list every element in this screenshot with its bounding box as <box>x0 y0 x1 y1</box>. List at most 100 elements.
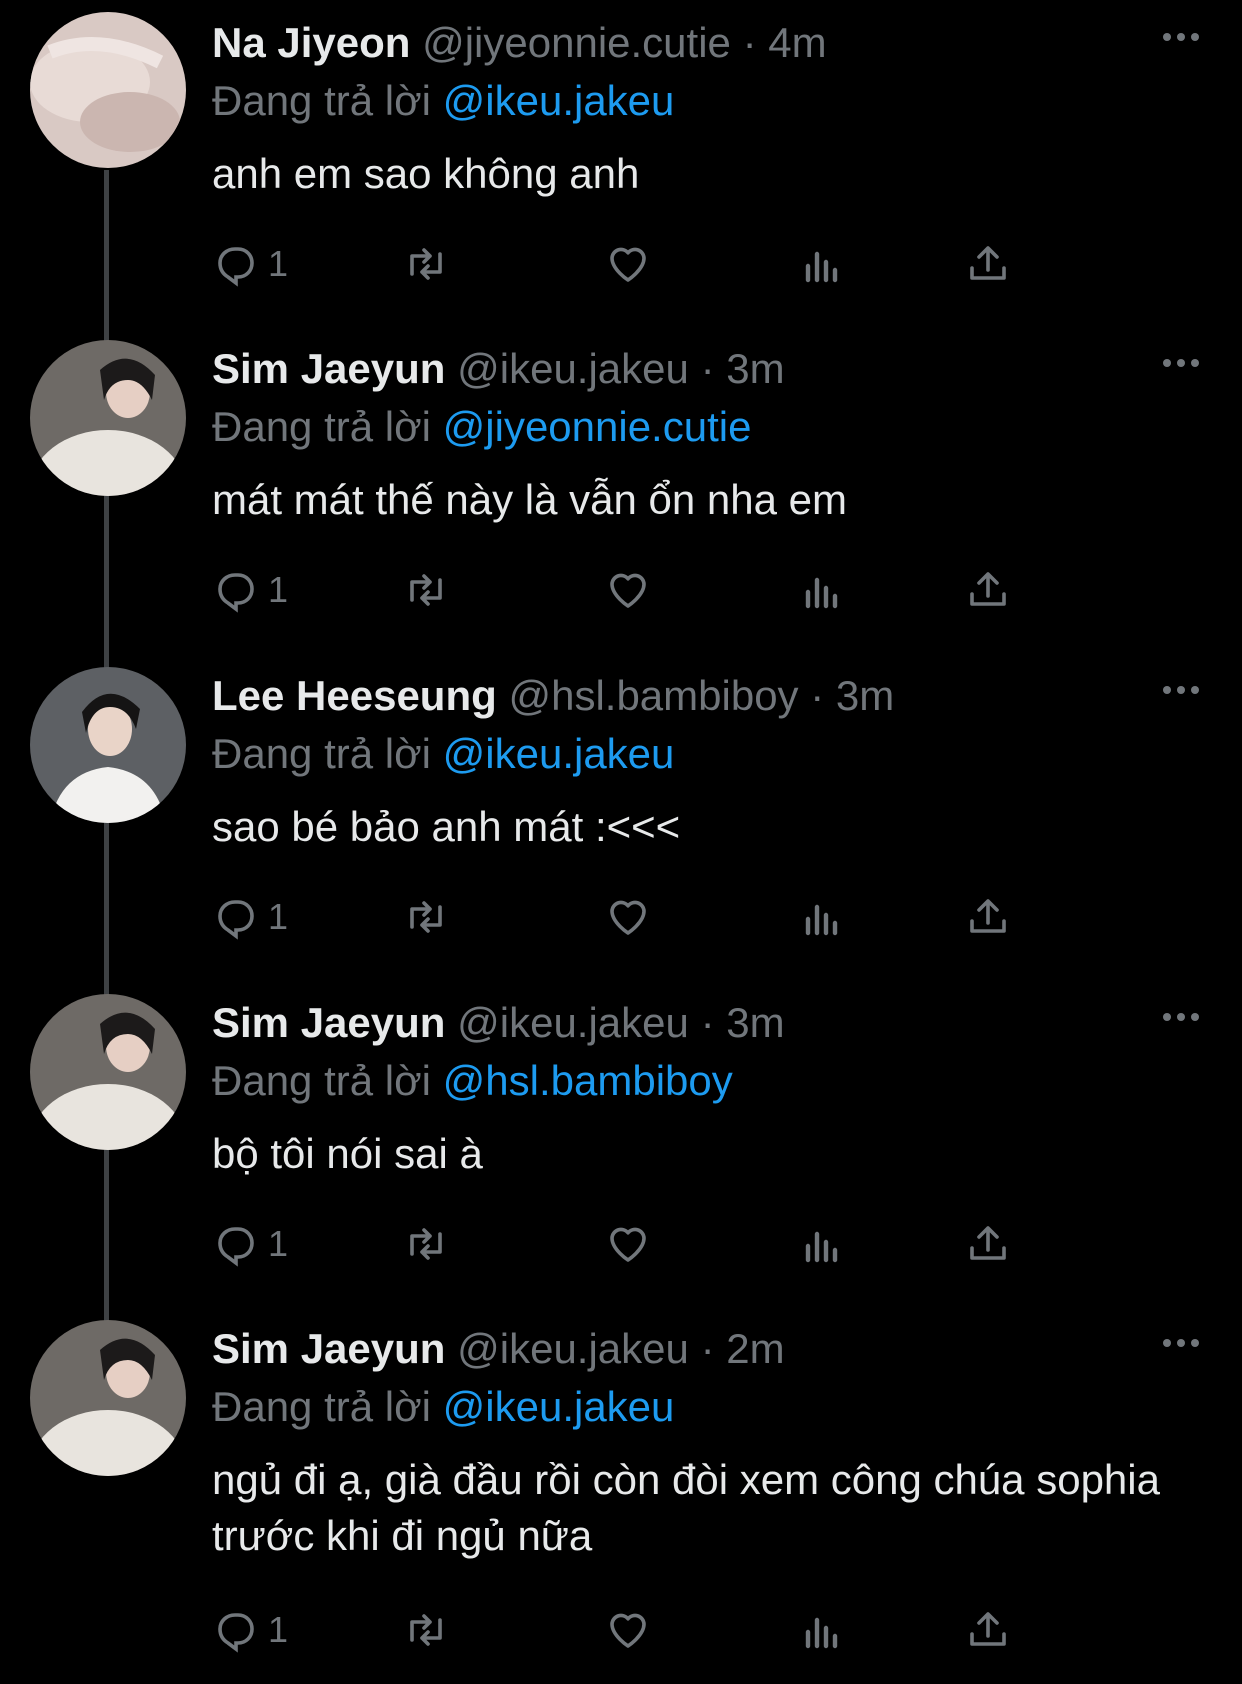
retweet-button[interactable] <box>402 1214 450 1274</box>
user-handle[interactable]: @ikeu.jakeu <box>457 999 689 1046</box>
replying-to: Đang trả lời @ikeu.jakeu <box>212 76 674 126</box>
reply-icon <box>218 1227 254 1267</box>
display-name[interactable]: Na Jiyeon <box>212 19 410 66</box>
mention-link[interactable]: @ikeu.jakeu <box>443 730 675 777</box>
display-name[interactable]: Lee Heeseung <box>212 672 497 719</box>
heart-icon <box>610 1613 646 1648</box>
heart-icon <box>610 573 646 608</box>
separator-dot: · <box>700 999 715 1046</box>
more-icon[interactable] <box>1160 1328 1202 1358</box>
display-name[interactable]: Sim Jaeyun <box>212 345 445 392</box>
views-button[interactable] <box>798 1214 846 1274</box>
views-button[interactable] <box>798 1600 846 1660</box>
timestamp[interactable]: 3m <box>836 672 894 719</box>
user-handle[interactable]: @jiyeonnie.cutie <box>422 19 731 66</box>
reply-count: 1 <box>268 569 289 610</box>
share-icon <box>970 1226 1006 1260</box>
separator-dot: · <box>700 1325 715 1372</box>
display-name[interactable]: Sim Jaeyun <box>212 1325 445 1372</box>
tweet-text: bộ tôi nói sai à <box>212 1130 483 1177</box>
timestamp[interactable]: 2m <box>726 1325 784 1372</box>
like-button[interactable] <box>604 234 652 294</box>
action-bar: 1 <box>212 887 1112 947</box>
timestamp[interactable]: 3m <box>726 999 784 1046</box>
share-button[interactable] <box>964 560 1012 620</box>
reply-count: 1 <box>268 1609 289 1650</box>
mention-link[interactable]: @ikeu.jakeu <box>443 77 675 124</box>
replying-to: Đang trả lời @hsl.bambiboy <box>212 1056 733 1106</box>
reply-button[interactable]: 1 <box>212 234 288 294</box>
like-button[interactable] <box>604 1600 652 1660</box>
reply-icon <box>218 573 254 613</box>
replying-to: Đang trả lời @ikeu.jakeu <box>212 1382 674 1432</box>
display-name[interactable]: Sim Jaeyun <box>212 999 445 1046</box>
share-button[interactable] <box>964 1214 1012 1274</box>
replying-to-label: Đang trả lời <box>212 730 431 777</box>
reply-button[interactable]: 1 <box>212 887 288 947</box>
tweet-text: sao bé bảo anh mát :<<< <box>212 803 681 850</box>
retweet-button[interactable] <box>402 234 450 294</box>
views-button[interactable] <box>798 234 846 294</box>
tweet-text: ngủ đi ạ, già đầu rồi còn đòi xem công c… <box>212 1456 1160 1559</box>
mention-link[interactable]: @jiyeonnie.cutie <box>443 403 752 450</box>
mention-link[interactable]: @ikeu.jakeu <box>443 1383 675 1430</box>
heart-icon <box>610 1227 646 1262</box>
avatar[interactable] <box>30 994 186 1150</box>
share-icon <box>970 246 1006 280</box>
like-button[interactable] <box>604 1214 652 1274</box>
more-icon[interactable] <box>1160 348 1202 378</box>
retweet-icon <box>410 1614 442 1646</box>
avatar[interactable] <box>30 12 186 168</box>
reply-count: 1 <box>268 896 289 937</box>
avatar[interactable] <box>30 340 186 496</box>
user-handle[interactable]: @ikeu.jakeu <box>457 345 689 392</box>
reply-button[interactable]: 1 <box>212 1214 288 1274</box>
like-button[interactable] <box>604 560 652 620</box>
action-bar: 1 <box>212 560 1112 620</box>
replying-to-label: Đang trả lời <box>212 403 431 450</box>
share-icon <box>970 1612 1006 1646</box>
replying-to-label: Đang trả lời <box>212 1057 431 1104</box>
heart-icon <box>610 247 646 282</box>
action-bar: 1 <box>212 1214 1112 1274</box>
avatar[interactable] <box>30 667 186 823</box>
tweet-text: mát mát thế này là vẫn ổn nha em <box>212 476 848 523</box>
user-handle[interactable]: @ikeu.jakeu <box>457 1325 689 1372</box>
action-bar: 1 <box>212 234 1112 294</box>
avatar[interactable] <box>30 1320 186 1476</box>
user-handle[interactable]: @hsl.bambiboy <box>508 672 798 719</box>
views-icon <box>805 577 838 609</box>
retweet-icon <box>410 1228 442 1260</box>
replying-to-label: Đang trả lời <box>212 1383 431 1430</box>
more-icon[interactable] <box>1160 1002 1202 1032</box>
replying-to: Đang trả lời @jiyeonnie.cutie <box>212 402 751 452</box>
like-button[interactable] <box>604 887 652 947</box>
reply-button[interactable]: 1 <box>212 1600 288 1660</box>
replying-to: Đang trả lời @ikeu.jakeu <box>212 729 674 779</box>
reply-count: 1 <box>268 1223 289 1264</box>
retweet-button[interactable] <box>402 1600 450 1660</box>
share-button[interactable] <box>964 1600 1012 1660</box>
retweet-button[interactable] <box>402 560 450 620</box>
share-button[interactable] <box>964 234 1012 294</box>
reply-icon <box>218 900 254 940</box>
reply-icon <box>218 1613 254 1653</box>
timestamp[interactable]: 4m <box>768 19 826 66</box>
separator-dot: · <box>742 19 757 66</box>
retweet-icon <box>410 901 442 933</box>
share-icon <box>970 572 1006 606</box>
timestamp[interactable]: 3m <box>726 345 784 392</box>
retweet-button[interactable] <box>402 887 450 947</box>
reply-button[interactable]: 1 <box>212 560 288 620</box>
separator-dot: · <box>700 345 715 392</box>
mention-link[interactable]: @hsl.bambiboy <box>443 1057 733 1104</box>
reply-count: 1 <box>268 243 289 284</box>
more-icon[interactable] <box>1160 22 1202 52</box>
more-icon[interactable] <box>1160 675 1202 705</box>
views-button[interactable] <box>798 887 846 947</box>
views-button[interactable] <box>798 560 846 620</box>
share-button[interactable] <box>964 887 1012 947</box>
action-bar: 1 <box>212 1600 1112 1660</box>
retweet-icon <box>410 574 442 606</box>
share-icon <box>970 899 1006 933</box>
